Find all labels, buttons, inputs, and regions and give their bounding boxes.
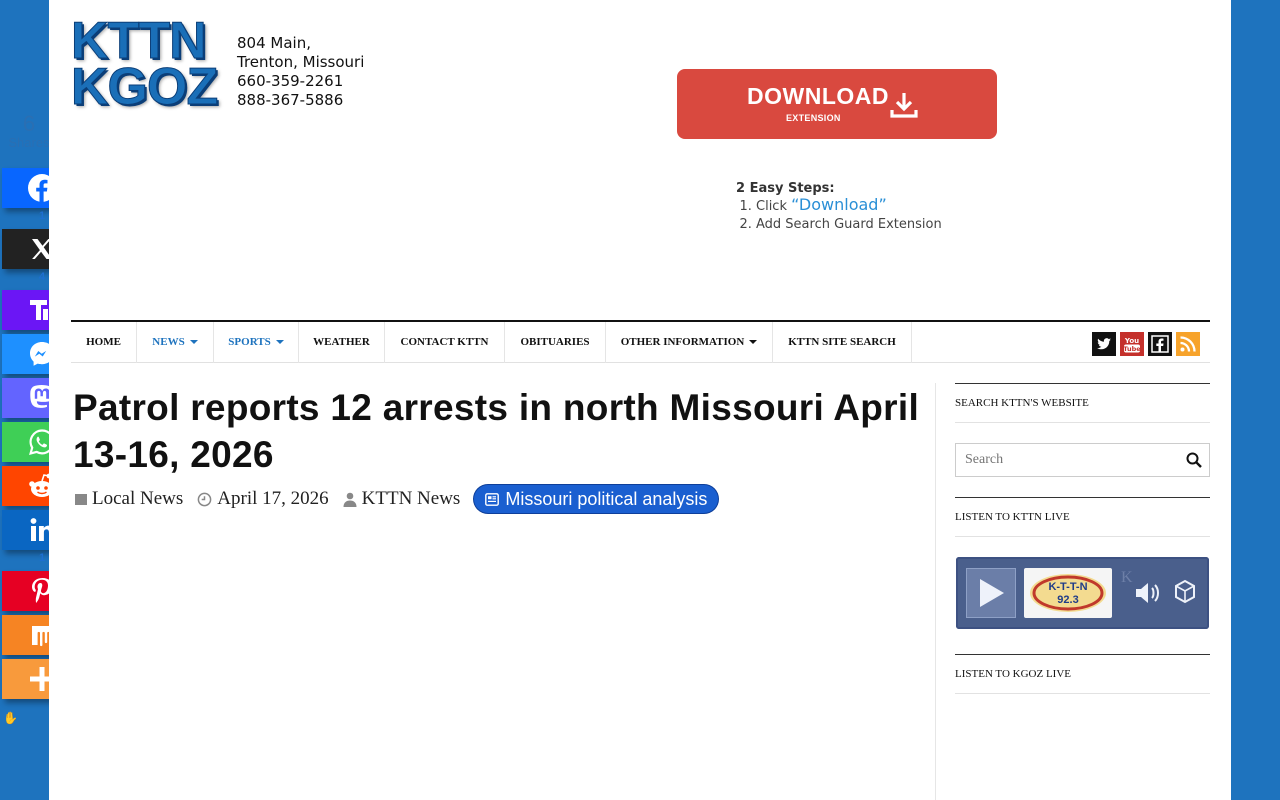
sidebar-search-title: SEARCH KTTN'S WEBSITE xyxy=(955,383,1210,423)
share-total-count: 6 xyxy=(22,111,36,136)
article-author[interactable]: KTTN News xyxy=(343,488,460,510)
nav-home[interactable]: HOME xyxy=(71,322,137,363)
sidebar-search-box xyxy=(955,443,1210,477)
rss-icon[interactable] xyxy=(1176,332,1200,356)
step-1: Click “Download” xyxy=(756,196,942,216)
kttn-live-player: K-T-T-N 92.3 K xyxy=(956,557,1209,629)
sidebar-listen-kgoz-title: LISTEN TO KGOZ LIVE xyxy=(955,654,1210,694)
svg-text:Tube: Tube xyxy=(1123,345,1141,353)
article-category[interactable]: Local News xyxy=(75,488,183,510)
player-logo-text: K-T-T-N xyxy=(1048,581,1087,593)
nav-sports[interactable]: SPORTS xyxy=(214,322,299,363)
facebook-icon[interactable] xyxy=(1148,332,1172,356)
article-title: Patrol reports 12 arrests in north Misso… xyxy=(73,387,920,475)
youtube-icon[interactable]: YouTube xyxy=(1120,332,1144,356)
step-2: Add Search Guard Extension xyxy=(756,216,942,234)
clock-icon xyxy=(197,492,212,506)
search-icon[interactable] xyxy=(1186,452,1202,468)
nav-news[interactable]: NEWS xyxy=(137,322,214,363)
kttn-station-logo: K-T-T-N 92.3 xyxy=(1024,568,1112,618)
article-date: April 17, 2026 xyxy=(197,488,329,510)
nav-obituaries[interactable]: OBITUARIES xyxy=(505,322,606,363)
download-icon xyxy=(890,93,918,118)
user-icon xyxy=(343,492,357,507)
sidebar-listen-kttn-title: LISTEN TO KTTN LIVE xyxy=(955,497,1210,537)
station-address: 804 Main, Trenton, Missouri 660-359-2261… xyxy=(237,34,365,109)
step-1-link[interactable]: “Download” xyxy=(791,195,887,214)
page-container: KTTN KGOZ 804 Main, Trenton, Missouri 66… xyxy=(49,0,1231,800)
logo-wordmark: KTTN KGOZ xyxy=(70,12,218,116)
nav-site-search[interactable]: KTTN SITE SEARCH xyxy=(773,322,912,363)
share-total-label: Shares xyxy=(8,135,50,150)
folder-icon xyxy=(75,494,87,505)
nav-other-information[interactable]: OTHER INFORMATION xyxy=(606,322,773,363)
download-label: DOWNLOAD xyxy=(747,83,889,109)
chevron-down-icon xyxy=(275,340,284,345)
download-extension-ad-button[interactable]: DOWNLOAD EXTENSION xyxy=(677,69,997,139)
column-divider xyxy=(935,383,936,800)
search-input[interactable] xyxy=(956,444,1176,476)
steps-title: 2 Easy Steps: xyxy=(736,181,835,196)
svg-text:You: You xyxy=(1124,337,1139,345)
play-icon xyxy=(980,579,1004,607)
volume-icon[interactable] xyxy=(1134,580,1162,606)
article-meta: Local News April 17, 2026 KTTN News Miss… xyxy=(75,484,719,514)
hide-share-bar-icon[interactable]: ✋ xyxy=(3,711,18,726)
chevron-down-icon xyxy=(189,340,198,345)
download-sublabel: EXTENSION xyxy=(786,113,841,123)
play-button[interactable] xyxy=(966,568,1016,618)
newspaper-icon xyxy=(485,492,500,506)
player-frequency: 92.3 xyxy=(1057,594,1078,606)
nav-weather[interactable]: WEATHER xyxy=(299,322,385,363)
main-navigation: HOME NEWS SPORTS WEATHER CONTACT KTTN OB… xyxy=(71,320,1210,363)
twitter-icon[interactable] xyxy=(1092,332,1116,356)
nav-contact[interactable]: CONTACT KTTN xyxy=(385,322,505,363)
player-title-fragment: K xyxy=(1121,569,1133,586)
chevron-down-icon xyxy=(749,340,758,345)
missouri-political-analysis-button[interactable]: Missouri political analysis xyxy=(474,485,719,513)
share-total: 6 Shares xyxy=(6,112,52,150)
site-logo[interactable]: KTTN KGOZ 804 Main, Trenton, Missouri 66… xyxy=(70,12,371,122)
ad-steps: 2 Easy Steps: Click “Download” Add Searc… xyxy=(736,181,942,234)
cube-icon[interactable] xyxy=(1174,579,1196,605)
